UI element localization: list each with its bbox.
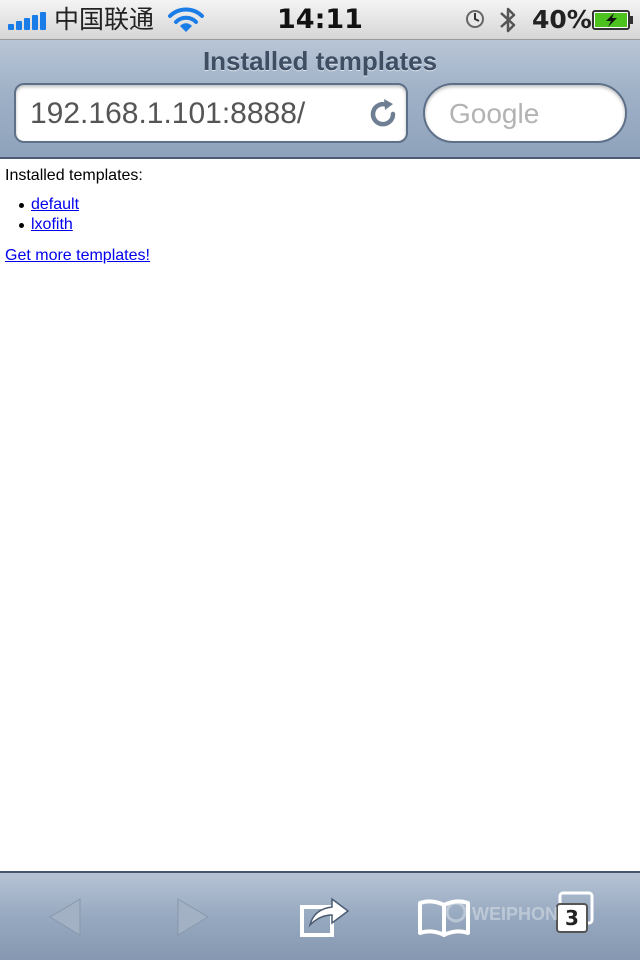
template-list: default lxofith (0, 195, 79, 235)
template-link-lxofith[interactable]: lxofith (31, 216, 73, 233)
tabs-button[interactable]: 3 (548, 891, 604, 943)
back-icon[interactable] (38, 891, 94, 943)
bullet-icon (19, 223, 24, 228)
more-templates-line: Get more templates! (5, 246, 150, 266)
page-title: Installed templates (202, 46, 438, 76)
templates-heading: Installed templates: (5, 167, 143, 184)
forward-icon[interactable] (164, 891, 220, 943)
browser-nav-bar: Installed templates 192.168.1.101:8888/ … (0, 40, 640, 159)
reload-icon[interactable] (366, 97, 400, 131)
url-text[interactable]: 192.168.1.101:8888/ (30, 95, 305, 133)
bookmarks-icon[interactable] (416, 891, 472, 943)
search-placeholder[interactable]: Google (449, 96, 539, 132)
share-icon[interactable] (296, 891, 352, 943)
page-content: Installed templates: default lxofith Get… (0, 161, 640, 871)
search-field[interactable]: Google (423, 83, 627, 143)
battery-percent: 40% (532, 5, 592, 34)
list-item: default (0, 195, 79, 215)
get-more-templates-link[interactable]: Get more templates! (5, 247, 150, 264)
tab-count[interactable]: 3 (556, 903, 588, 933)
template-link-default[interactable]: default (31, 196, 79, 213)
list-item: lxofith (0, 215, 79, 235)
browser-toolbar: 3 (0, 871, 640, 960)
battery-charging-icon (592, 10, 634, 30)
alarm-icon (464, 8, 486, 30)
status-bar: 中国联通 14:11 40% (0, 0, 640, 40)
url-field[interactable]: 192.168.1.101:8888/ (14, 83, 408, 143)
bluetooth-icon (498, 4, 518, 36)
bullet-icon (19, 203, 24, 208)
